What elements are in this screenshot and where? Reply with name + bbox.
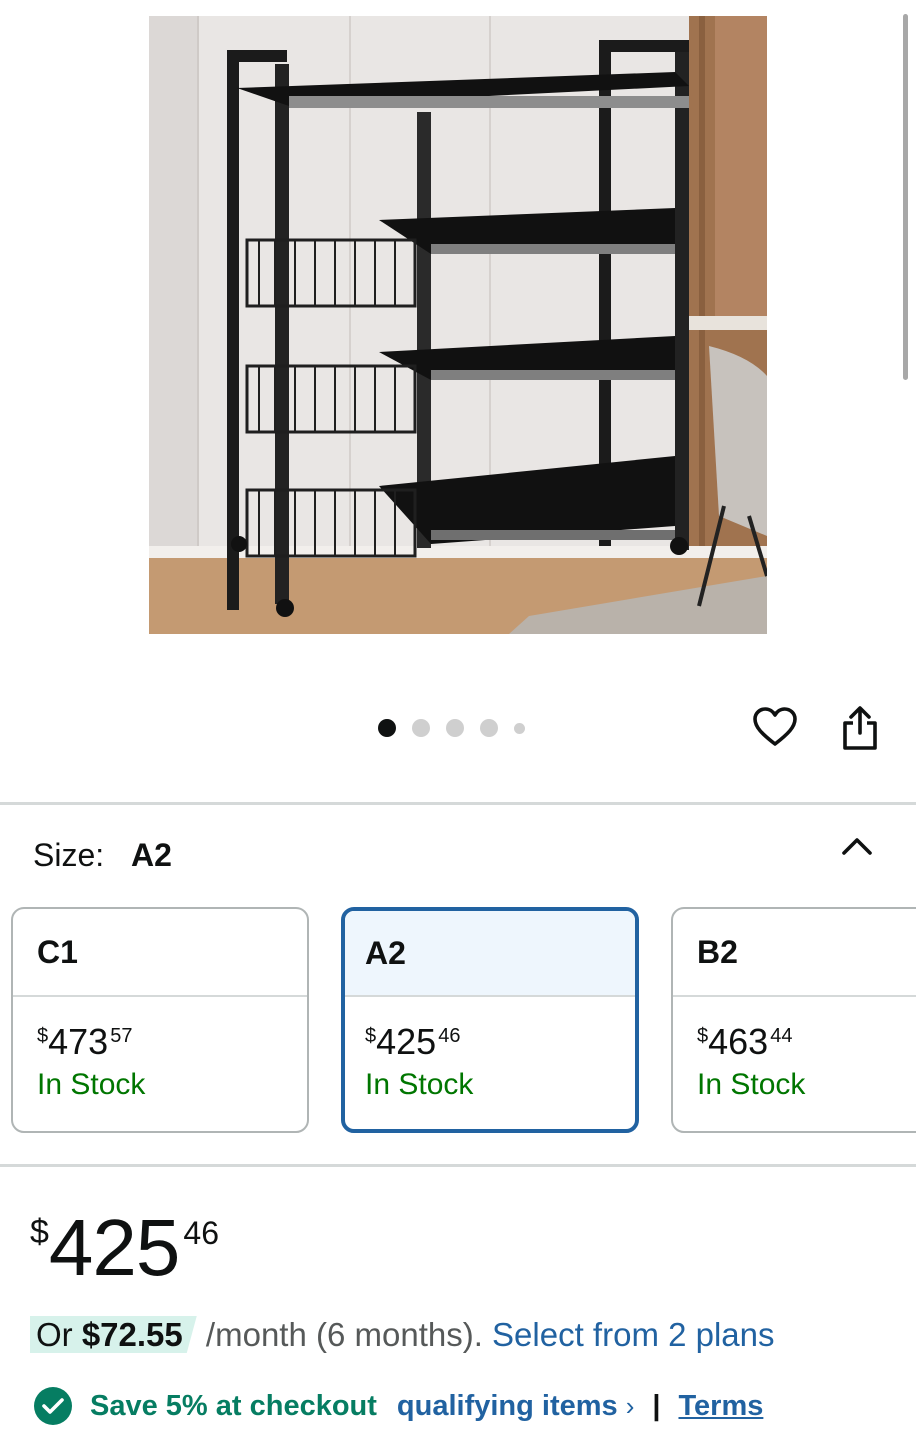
checkmark-icon <box>34 1387 72 1425</box>
select-plans-link[interactable]: Select from 2 plans <box>492 1316 774 1353</box>
installment-terms: /month (6 months). <box>196 1316 493 1353</box>
product-price: $ 425 46 <box>30 1208 219 1288</box>
carousel-dot-5[interactable] <box>514 722 525 734</box>
add-to-list-button[interactable] <box>750 702 800 752</box>
installment-offer: Or $72.55 /month (6 months). Select from… <box>30 1314 775 1356</box>
terms-link[interactable]: Terms <box>678 1386 763 1426</box>
size-option-stock: In Stock <box>697 1068 806 1101</box>
product-image[interactable] <box>149 16 767 634</box>
scrollbar[interactable] <box>903 14 908 380</box>
price-whole: 425 <box>48 1203 180 1292</box>
share-button[interactable] <box>834 702 886 754</box>
carousel-dot-1[interactable] <box>378 719 396 737</box>
heart-icon <box>753 707 797 746</box>
section-divider <box>0 1164 916 1167</box>
size-option-price: $ 473 57 <box>37 1021 133 1062</box>
section-divider <box>0 802 916 805</box>
size-option-a2[interactable]: A2 $ 425 46 In Stock <box>341 907 639 1133</box>
size-option-stock: In Stock <box>365 1068 474 1101</box>
separator: | <box>652 1390 661 1422</box>
image-carousel-dots[interactable] <box>378 718 525 738</box>
size-option-price: $ 425 46 <box>365 1021 461 1062</box>
size-option-stock: In Stock <box>37 1068 146 1101</box>
carousel-dot-2[interactable] <box>412 719 430 737</box>
carousel-dot-4[interactable] <box>480 719 498 737</box>
size-selected-value: A2 <box>131 837 172 873</box>
size-option-c1[interactable]: C1 $ 473 57 In Stock <box>11 907 309 1133</box>
chevron-right-icon: › <box>625 1391 635 1421</box>
size-option-name: C1 <box>13 909 307 997</box>
promo-save-text: Save 5% at checkout <box>90 1390 377 1422</box>
promo-row: Save 5% at checkout qualifying items › |… <box>34 1386 763 1426</box>
size-label: Size: <box>33 837 105 873</box>
size-selector-header: Size: A2 <box>33 836 172 874</box>
installment-highlight: Or $72.55 <box>30 1316 197 1353</box>
size-option-name: A2 <box>345 911 635 997</box>
product-photo <box>149 16 767 634</box>
carousel-dot-3[interactable] <box>446 719 464 737</box>
size-option-price: $ 463 44 <box>697 1021 793 1062</box>
price-currency: $ <box>30 1213 49 1251</box>
size-option-name: B2 <box>673 909 916 997</box>
collapse-size-button[interactable] <box>834 826 880 866</box>
qualifying-items-link[interactable]: qualifying items <box>397 1386 618 1426</box>
installment-amount: $72.55 <box>81 1316 183 1353</box>
price-cents: 46 <box>183 1215 219 1251</box>
chevron-up-icon <box>842 838 872 855</box>
share-icon <box>843 706 877 750</box>
size-option-b2[interactable]: B2 $ 463 44 In Stock <box>671 907 916 1133</box>
